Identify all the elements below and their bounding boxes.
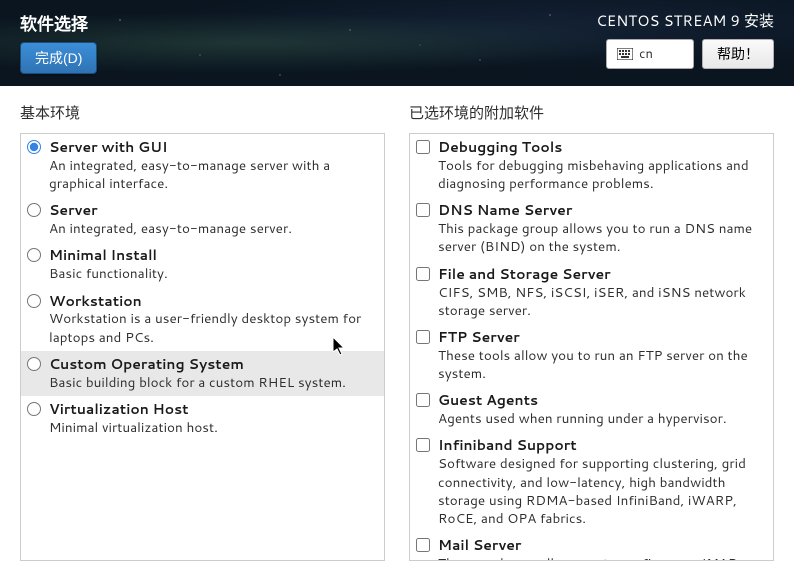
addon-label: DNS Name Server xyxy=(438,201,765,220)
env-option-server-gui[interactable]: Server with GUIAn integrated, easy-to-ma… xyxy=(21,134,384,197)
env-label: Minimal Install xyxy=(49,246,376,265)
addon-option-ftp[interactable]: FTP ServerThese tools allow you to run a… xyxy=(410,324,773,387)
env-option-server[interactable]: ServerAn integrated, easy-to-manage serv… xyxy=(21,197,384,242)
env-radio-minimal[interactable] xyxy=(27,248,41,262)
addon-option-infiniband[interactable]: Infiniband SupportSoftware designed for … xyxy=(410,432,773,532)
addon-option-file-storage[interactable]: File and Storage ServerCIFS, SMB, NFS, i… xyxy=(410,261,773,324)
env-label: Workstation xyxy=(49,292,376,311)
env-desc: Minimal virtualization host. xyxy=(49,419,376,437)
addon-desc: Agents used when running under a hypervi… xyxy=(438,410,765,428)
base-environment-title: 基本环境 xyxy=(20,102,385,123)
addon-desc: Tools for debugging misbehaving applicat… xyxy=(438,157,765,193)
env-radio-workstation[interactable] xyxy=(27,294,41,308)
addon-label: Infiniband Support xyxy=(438,436,765,455)
addon-option-dns[interactable]: DNS Name ServerThis package group allows… xyxy=(410,197,773,260)
installer-title: CENTOS STREAM 9 安装 xyxy=(596,10,774,31)
env-desc: Basic building block for a custom RHEL s… xyxy=(49,374,376,392)
addon-option-guest-agents[interactable]: Guest AgentsAgents used when running und… xyxy=(410,387,773,432)
addon-label: Mail Server xyxy=(438,536,765,555)
addon-checkbox-infiniband[interactable] xyxy=(416,438,430,452)
addon-checkbox-file-storage[interactable] xyxy=(416,267,430,281)
done-button[interactable]: 完成(D) xyxy=(20,42,97,74)
addon-checkbox-mail[interactable] xyxy=(416,538,430,552)
addon-label: Debugging Tools xyxy=(438,138,765,157)
addon-checkbox-guest-agents[interactable] xyxy=(416,393,430,407)
keyboard-icon xyxy=(617,48,633,60)
keyboard-layout-label: cn xyxy=(639,45,653,63)
page-title: 软件选择 xyxy=(20,10,97,36)
env-option-workstation[interactable]: WorkstationWorkstation is a user-friendl… xyxy=(21,288,384,351)
base-environment-list[interactable]: Server with GUIAn integrated, easy-to-ma… xyxy=(20,133,385,561)
addon-desc: These tools allow you to run an FTP serv… xyxy=(438,347,765,383)
addon-checkbox-ftp[interactable] xyxy=(416,330,430,344)
addon-desc: This package group allows you to run a D… xyxy=(438,220,765,256)
base-environment-column: 基本环境 Server with GUIAn integrated, easy-… xyxy=(20,102,385,561)
env-label: Virtualization Host xyxy=(49,400,376,419)
addon-desc: Software designed for supporting cluster… xyxy=(438,455,765,528)
env-desc: An integrated, easy-to-manage server. xyxy=(49,220,376,238)
env-option-minimal[interactable]: Minimal InstallBasic functionality. xyxy=(21,242,384,287)
env-option-custom-os[interactable]: Custom Operating SystemBasic building bl… xyxy=(21,351,384,396)
installer-header: 软件选择 完成(D) CENTOS STREAM 9 安装 cn 帮助！ xyxy=(0,0,794,86)
env-label: Custom Operating System xyxy=(49,355,376,374)
addon-label: FTP Server xyxy=(438,328,765,347)
addon-checkbox-dns[interactable] xyxy=(416,203,430,217)
addon-desc: These packages allow you to configure an… xyxy=(438,555,765,561)
help-button[interactable]: 帮助！ xyxy=(702,39,774,69)
env-radio-custom-os[interactable] xyxy=(27,357,41,371)
addons-column: 已选环境的附加软件 Debugging ToolsTools for debug… xyxy=(409,102,774,561)
env-radio-virt-host[interactable] xyxy=(27,402,41,416)
env-desc: Workstation is a user-friendly desktop s… xyxy=(49,310,376,346)
addon-label: File and Storage Server xyxy=(438,265,765,284)
env-radio-server[interactable] xyxy=(27,203,41,217)
addon-option-debugging-tools[interactable]: Debugging ToolsTools for debugging misbe… xyxy=(410,134,773,197)
env-desc: Basic functionality. xyxy=(49,265,376,283)
addon-desc: CIFS, SMB, NFS, iSCSI, iSER, and iSNS ne… xyxy=(438,284,765,320)
addons-title: 已选环境的附加软件 xyxy=(409,102,774,123)
env-label: Server with GUI xyxy=(49,138,376,157)
keyboard-layout-indicator[interactable]: cn xyxy=(606,39,694,69)
addon-label: Guest Agents xyxy=(438,391,765,410)
env-label: Server xyxy=(49,201,376,220)
addons-list[interactable]: Debugging ToolsTools for debugging misbe… xyxy=(409,133,774,561)
env-desc: An integrated, easy-to-manage server wit… xyxy=(49,157,376,193)
content-area: 基本环境 Server with GUIAn integrated, easy-… xyxy=(0,86,794,577)
addon-option-mail[interactable]: Mail ServerThese packages allow you to c… xyxy=(410,532,773,561)
addon-checkbox-debugging-tools[interactable] xyxy=(416,140,430,154)
env-radio-server-gui[interactable] xyxy=(27,140,41,154)
env-option-virt-host[interactable]: Virtualization HostMinimal virtualizatio… xyxy=(21,396,384,441)
